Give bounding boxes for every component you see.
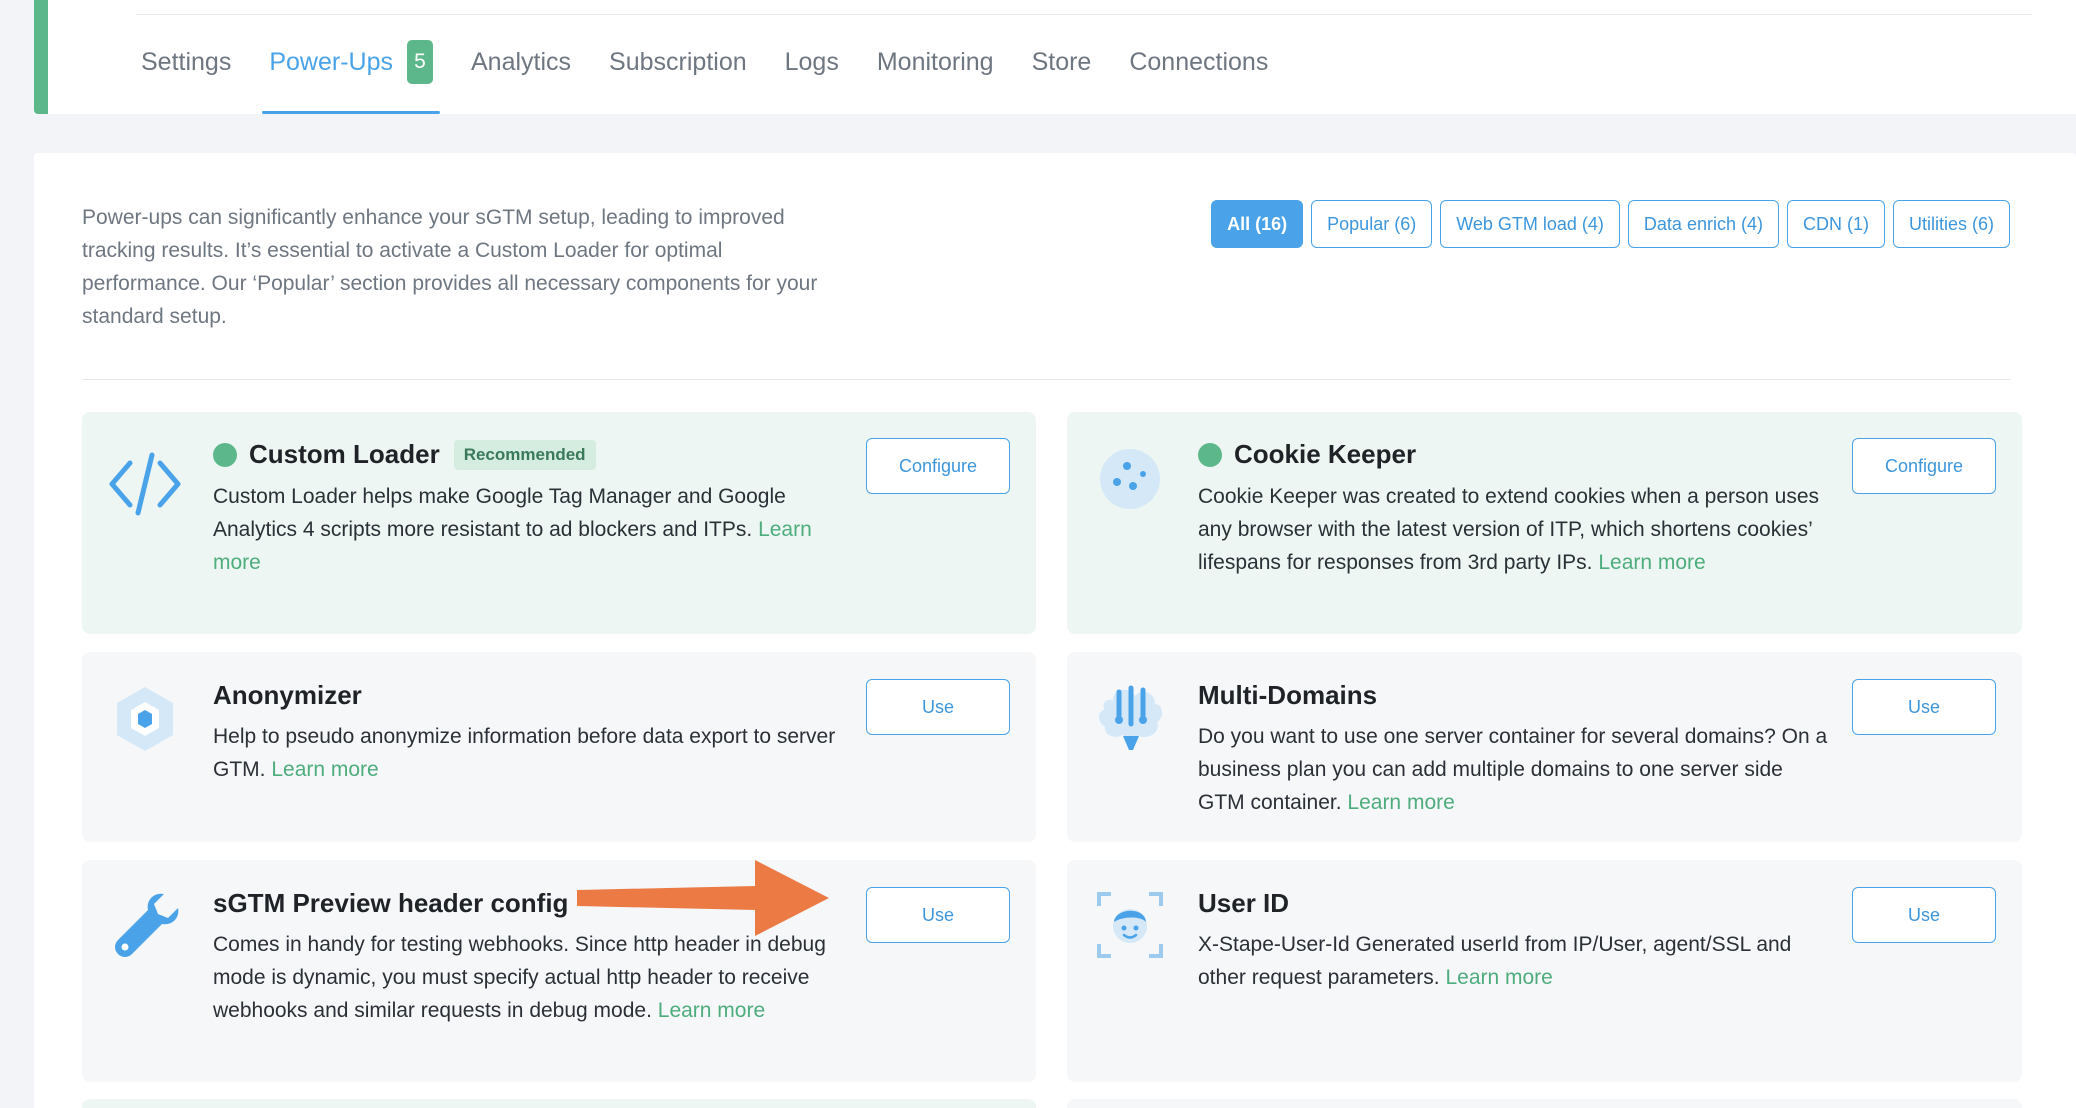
annotation-arrow xyxy=(577,860,829,936)
card-title: Cookie Keeper xyxy=(1234,439,1417,469)
tab-monitoring[interactable]: Monitoring xyxy=(870,36,1001,114)
power-up-card-cookie-keeper: Cookie Keeper Cookie Keeper was created … xyxy=(1067,412,2022,634)
active-status-dot xyxy=(213,442,237,467)
card-description: Comes in handy for testing webhooks. Sin… xyxy=(213,928,843,1027)
filter-bar: All (16) Popular (6) Web GTM load (4) Da… xyxy=(1211,200,2010,248)
section-divider xyxy=(82,379,2010,380)
power-up-card-partial xyxy=(82,1099,1036,1108)
power-up-card-anonymizer: Anonymizer Help to pseudo anonymize info… xyxy=(82,652,1036,842)
card-header: sGTM Preview header config xyxy=(213,888,568,919)
wrench-icon xyxy=(115,893,179,957)
tab-store[interactable]: Store xyxy=(1025,36,1099,114)
face-scan-icon xyxy=(1097,892,1163,958)
use-button[interactable]: Use xyxy=(866,887,1010,943)
tabs-panel: Settings Power-Ups 5 Analytics Subscript… xyxy=(34,0,2076,114)
card-title: sGTM Preview header config xyxy=(213,888,569,918)
card-description: Do you want to use one server container … xyxy=(1198,720,1828,819)
tab-subscription[interactable]: Subscription xyxy=(602,36,754,114)
card-title: Custom Loader xyxy=(249,439,440,469)
tab-label: Connections xyxy=(1129,48,1269,76)
card-description: Help to pseudo anonymize information bef… xyxy=(213,720,843,786)
tabs-divider xyxy=(136,14,2032,15)
brain-icon xyxy=(1099,685,1163,750)
learn-more-link[interactable]: Learn more xyxy=(658,999,765,1022)
power-up-card-sgtm-preview-header: sGTM Preview header config Comes in hand… xyxy=(82,860,1036,1082)
card-description: Cookie Keeper was created to extend cook… xyxy=(1198,480,1828,579)
card-description: Custom Loader helps make Google Tag Mana… xyxy=(213,480,843,579)
card-header: User ID xyxy=(1198,888,1289,919)
filter-all[interactable]: All (16) xyxy=(1211,200,1304,248)
use-button[interactable]: Use xyxy=(1852,887,1996,943)
tab-logs[interactable]: Logs xyxy=(778,36,846,114)
card-header: Custom Loader Recommended xyxy=(213,439,596,470)
filter-popular[interactable]: Popular (6) xyxy=(1311,200,1433,248)
card-description-text: Custom Loader helps make Google Tag Mana… xyxy=(213,485,786,541)
tab-analytics[interactable]: Analytics xyxy=(464,36,578,114)
intro-text: Power-ups can significantly enhance your… xyxy=(82,206,818,328)
use-button[interactable]: Use xyxy=(1852,679,1996,735)
tab-bar: Settings Power-Ups 5 Analytics Subscript… xyxy=(134,36,1299,114)
power-ups-panel: Power-ups can significantly enhance your… xyxy=(34,153,2076,1108)
active-status-dot xyxy=(1198,442,1222,467)
tab-power-ups[interactable]: Power-Ups 5 xyxy=(262,36,440,114)
card-title: User ID xyxy=(1198,888,1290,918)
filter-data-enrich[interactable]: Data enrich (4) xyxy=(1627,200,1779,248)
power-up-card-partial xyxy=(1067,1099,2022,1108)
configure-button[interactable]: Configure xyxy=(866,438,1010,494)
code-icon xyxy=(109,452,181,516)
hexagon-icon xyxy=(117,687,173,751)
card-title: Anonymizer xyxy=(213,680,362,710)
power-up-card-multi-domains: Multi-Domains Do you want to use one ser… xyxy=(1067,652,2022,842)
card-header: Anonymizer xyxy=(213,680,362,711)
card-header: Cookie Keeper xyxy=(1198,439,1416,470)
card-description-text: Cookie Keeper was created to extend cook… xyxy=(1198,485,1820,574)
tab-label: Subscription xyxy=(609,48,747,76)
card-title: Multi-Domains xyxy=(1198,680,1378,710)
learn-more-link[interactable]: Learn more xyxy=(271,758,378,781)
recommended-badge: Recommended xyxy=(453,439,596,470)
configure-button[interactable]: Configure xyxy=(1852,438,1996,494)
filter-utilities[interactable]: Utilities (6) xyxy=(1892,200,2010,248)
tab-label: Monitoring xyxy=(876,48,994,76)
cookie-icon xyxy=(1100,449,1160,509)
tab-label: Logs xyxy=(784,48,839,76)
tab-label: Analytics xyxy=(471,48,572,76)
tab-settings[interactable]: Settings xyxy=(134,36,238,114)
card-description: X-Stape-User-Id Generated userId from IP… xyxy=(1198,928,1828,994)
card-header: Multi-Domains xyxy=(1198,680,1377,711)
power-ups-count-badge: 5 xyxy=(407,40,433,84)
learn-more-link[interactable]: Learn more xyxy=(1347,791,1454,814)
power-up-card-user-id: User ID X-Stape-User-Id Generated userId… xyxy=(1067,860,2022,1082)
filter-cdn[interactable]: CDN (1) xyxy=(1786,200,1885,248)
tab-connections[interactable]: Connections xyxy=(1122,36,1275,114)
use-button[interactable]: Use xyxy=(866,679,1010,735)
card-description-text: Do you want to use one server container … xyxy=(1198,725,1828,814)
tab-label: Power-Ups xyxy=(269,48,393,76)
tab-label: Settings xyxy=(141,48,232,76)
filter-web-gtm-load[interactable]: Web GTM load (4) xyxy=(1440,200,1620,248)
tab-label: Store xyxy=(1031,48,1092,76)
learn-more-link[interactable]: Learn more xyxy=(1445,966,1552,989)
learn-more-link[interactable]: Learn more xyxy=(1598,551,1705,574)
power-up-card-custom-loader: Custom Loader Recommended Custom Loader … xyxy=(82,412,1036,634)
